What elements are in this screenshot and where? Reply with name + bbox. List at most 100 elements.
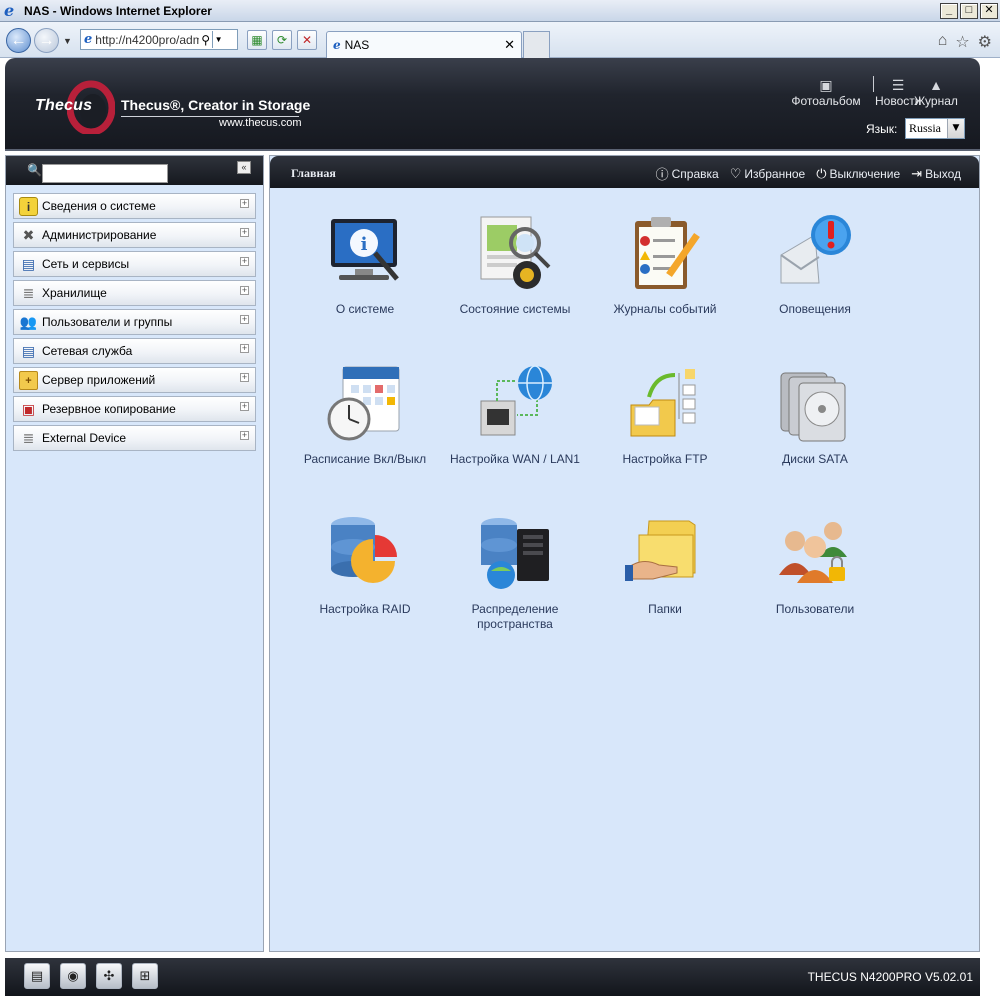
expand-icon[interactable]: + <box>240 431 249 440</box>
slogan: Thecus®, Creator in Storage <box>121 97 311 113</box>
sidebar-item-label: Сеть и сервисы <box>42 257 130 271</box>
search-icon: 🔍 <box>27 163 42 177</box>
tab-close-icon[interactable]: ✕ <box>504 37 515 53</box>
tile-ftp[interactable]: Настройка FTP <box>590 363 740 467</box>
tile-label: О системе <box>335 302 395 316</box>
history-dropdown-icon[interactable]: ▼ <box>63 36 72 46</box>
system-info-icon: i <box>331 219 399 281</box>
tile-label: Диски SATA <box>782 452 848 466</box>
network-status-icon[interactable]: ⊞ <box>132 963 158 989</box>
search-icon[interactable]: ⚲ <box>201 33 210 47</box>
sidebar-item-network[interactable]: ▤ Сеть и сервисы + <box>13 251 256 277</box>
logo-text: Thecus <box>35 97 93 114</box>
fan-status-icon[interactable]: ✣ <box>96 963 122 989</box>
logout-link[interactable]: ⇥ Выход <box>911 164 961 183</box>
home-icon[interactable]: ⌂ <box>938 32 948 52</box>
menu-search-bar: 🔍 « <box>6 156 263 185</box>
address-bar[interactable]: e ⚲ ▼ <box>80 29 238 50</box>
tile-wan-lan[interactable]: Настройка WAN / LAN1 <box>440 363 590 467</box>
minimize-button[interactable]: _ <box>940 3 958 19</box>
address-input[interactable] <box>95 32 200 47</box>
sidebar-item-label: Администрирование <box>42 228 157 242</box>
favorites-link[interactable]: ♡ Избранное <box>730 164 805 183</box>
breadcrumb[interactable]: Главная <box>291 166 336 181</box>
disk-status-icon[interactable]: ◉ <box>60 963 86 989</box>
raid-status-icon[interactable]: ▤ <box>24 963 50 989</box>
sidebar-item-system-info[interactable]: i Сведения о системе + <box>13 193 256 219</box>
info-icon: i <box>19 197 38 216</box>
compatibility-view-button[interactable]: ▦ <box>247 30 267 50</box>
refresh-button[interactable]: ⟳ <box>272 30 292 50</box>
tile-system-status[interactable]: Состояние системы <box>440 213 590 317</box>
expand-icon[interactable]: + <box>240 344 249 353</box>
new-tab-button[interactable] <box>523 31 550 58</box>
help-link[interactable]: ⓘ Справка <box>656 164 719 183</box>
menu-search-input[interactable] <box>42 164 168 183</box>
expand-icon[interactable]: + <box>240 199 249 208</box>
tile-event-log[interactable]: Журналы событий <box>590 213 740 317</box>
sidebar-item-label: Хранилище <box>42 286 107 300</box>
tile-label: Настройка WAN / LAN1 <box>450 452 580 466</box>
ftp-icon <box>630 369 696 437</box>
log-link[interactable]: ▲ Журнал <box>913 76 959 108</box>
tile-schedule[interactable]: Расписание Вкл/Выкл <box>290 363 440 467</box>
tile-space-allocation[interactable]: Распределение пространства <box>440 513 590 632</box>
expand-icon[interactable]: + <box>240 286 249 295</box>
tile-label: Состояние системы <box>459 302 571 316</box>
sidebar-item-app-server[interactable]: + Сервер приложений + <box>13 367 256 393</box>
favorites-star-icon[interactable]: ☆ <box>955 32 969 52</box>
tab-ie-icon: e <box>333 38 341 52</box>
event-log-icon <box>635 217 700 289</box>
sidebar-item-administration[interactable]: ✖ Администрирование + <box>13 222 256 248</box>
folder-app-icon: + <box>19 371 38 390</box>
sidebar-item-label: Сведения о системе <box>42 199 156 213</box>
nas-header: Thecus Thecus®, Creator in Storage www.t… <box>5 58 980 151</box>
main-toolbar-links: ⓘ Справка ♡ Избранное ⏻ Выключение ⇥ Вых… <box>656 164 961 183</box>
shutdown-link[interactable]: ⏻ Выключение <box>816 164 900 183</box>
language-label: Язык: <box>866 122 898 136</box>
maximize-button[interactable]: □ <box>960 3 978 19</box>
tile-users[interactable]: Пользователи <box>740 513 890 617</box>
sidebar-item-label: Сетевая служба <box>42 344 133 358</box>
browser-right-buttons: ⌂ ☆ ⚙ <box>938 32 992 52</box>
address-dropdown-icon[interactable]: ▼ <box>212 31 224 48</box>
sidebar-item-network-service[interactable]: ▤ Сетевая служба + <box>13 338 256 364</box>
tile-raid[interactable]: Настройка RAID <box>290 513 440 617</box>
sidebar-item-storage[interactable]: ≣ Хранилище + <box>13 280 256 306</box>
expand-icon[interactable]: + <box>240 315 249 324</box>
back-button[interactable]: ← <box>6 28 31 53</box>
sidebar-item-backup[interactable]: ▣ Резервное копирование + <box>13 396 256 422</box>
main-panel: Главная ⓘ Справка ♡ Избранное ⏻ Выключен… <box>269 155 980 952</box>
page-icon: e <box>84 32 93 47</box>
language-select[interactable]: Russia ▼ <box>905 118 965 139</box>
sidebar-item-users-groups[interactable]: 👥 Пользователи и группы + <box>13 309 256 335</box>
expand-icon[interactable]: + <box>240 373 249 382</box>
sidebar-item-external-device[interactable]: ≣ External Device + <box>13 425 256 451</box>
sidebar-menu: i Сведения о системе + ✖ Администрирован… <box>13 193 256 454</box>
tab-nas[interactable]: e NAS ✕ <box>326 31 522 58</box>
main-toolbar: Главная ⓘ Справка ♡ Избранное ⏻ Выключен… <box>270 156 979 188</box>
window-titlebar: e NAS - Windows Internet Explorer _ □ ✕ <box>0 0 1000 22</box>
tile-sata-disks[interactable]: Диски SATA <box>740 363 890 467</box>
tile-notifications[interactable]: Оповещения <box>740 213 890 317</box>
tile-system-info[interactable]: i О системе <box>290 213 440 317</box>
backup-icon: ▣ <box>21 401 36 417</box>
expand-icon[interactable]: + <box>240 257 249 266</box>
collapse-panel-button[interactable]: « <box>237 161 251 174</box>
photo-album-link[interactable]: ▣ Фотоальбом <box>790 76 862 108</box>
tools-gear-icon[interactable]: ⚙ <box>978 32 992 52</box>
expand-icon[interactable]: + <box>240 228 249 237</box>
window-title: NAS - Windows Internet Explorer <box>24 3 212 18</box>
stop-button[interactable]: ✕ <box>297 30 317 50</box>
left-panel: 🔍 « i Сведения о системе + ✖ Администрир… <box>5 155 264 952</box>
tile-folders[interactable]: Папки <box>590 513 740 617</box>
heart-icon: ♡ <box>729 165 742 181</box>
forward-button[interactable]: → <box>34 28 59 53</box>
expand-icon[interactable]: + <box>240 402 249 411</box>
close-window-button[interactable]: ✕ <box>980 3 998 19</box>
folders-icon <box>625 520 696 581</box>
tile-label: Расписание Вкл/Выкл <box>303 452 427 466</box>
schedule-icon <box>327 366 400 441</box>
site-url: www.thecus.com <box>219 117 302 129</box>
sidebar-item-label: Сервер приложений <box>42 373 156 387</box>
